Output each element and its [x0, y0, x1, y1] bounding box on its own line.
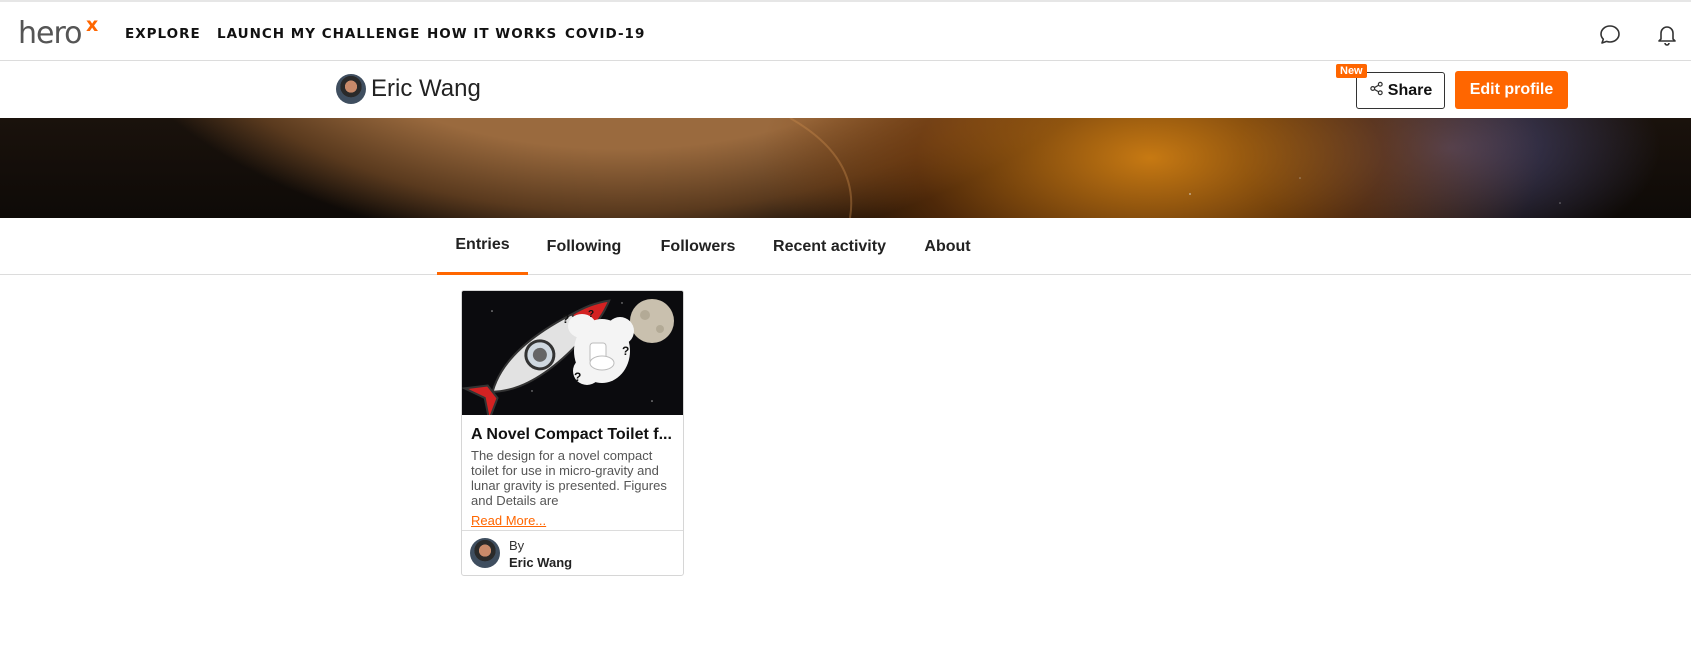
- profile-cover-banner: [0, 118, 1691, 218]
- tab-entries[interactable]: Entries: [437, 218, 528, 275]
- svg-text:?: ?: [562, 312, 569, 326]
- top-navigation: hero x EXPLORE LAUNCH MY CHALLENGE HOW I…: [0, 0, 1691, 61]
- tab-recent-activity[interactable]: Recent activity: [766, 218, 893, 275]
- share-icon: [1369, 81, 1384, 101]
- logo-text: hero: [18, 16, 82, 51]
- author-avatar[interactable]: [470, 538, 500, 568]
- tab-following[interactable]: Following: [538, 218, 630, 275]
- tab-followers[interactable]: Followers: [650, 218, 746, 275]
- by-label: By: [509, 538, 525, 553]
- entry-description: The design for a novel compact toilet fo…: [471, 448, 667, 508]
- new-badge: New: [1336, 64, 1367, 78]
- entry-title[interactable]: A Novel Compact Toilet f...: [471, 426, 676, 444]
- cover-image: [789, 118, 1561, 218]
- edit-profile-button[interactable]: Edit profile: [1455, 71, 1568, 109]
- profile-tabs: Entries Following Followers Recent activ…: [0, 218, 1691, 275]
- profile-header: Eric Wang New Share Edit profile: [0, 61, 1691, 118]
- entry-thumbnail[interactable]: ? ? ? ?: [462, 291, 683, 415]
- logo-mark: x: [86, 14, 99, 36]
- nav-launch-my-challenge[interactable]: LAUNCH MY CHALLENGE: [217, 26, 420, 42]
- tab-about[interactable]: About: [914, 218, 981, 275]
- entry-card[interactable]: ? ? ? ? A Novel Compact Toilet f... The …: [461, 290, 684, 576]
- share-label: Share: [1387, 81, 1433, 99]
- svg-text:?: ?: [574, 370, 581, 384]
- bell-icon[interactable]: [1655, 22, 1679, 46]
- nav-how-it-works[interactable]: HOW IT WORKS: [427, 26, 557, 42]
- share-button[interactable]: Share: [1356, 72, 1445, 109]
- read-more-link[interactable]: Read More...: [471, 513, 546, 528]
- profile-name: Eric Wang: [371, 75, 481, 102]
- nav-covid-19[interactable]: COVID-19: [565, 26, 645, 42]
- svg-text:?: ?: [622, 344, 629, 358]
- svg-text:?: ?: [588, 309, 594, 320]
- author-name[interactable]: Eric Wang: [509, 555, 572, 570]
- profile-avatar[interactable]: [336, 74, 366, 104]
- nav-explore[interactable]: EXPLORE: [125, 26, 201, 42]
- chat-bubble-icon[interactable]: [1598, 22, 1622, 46]
- entry-author: By Eric Wang: [462, 530, 683, 575]
